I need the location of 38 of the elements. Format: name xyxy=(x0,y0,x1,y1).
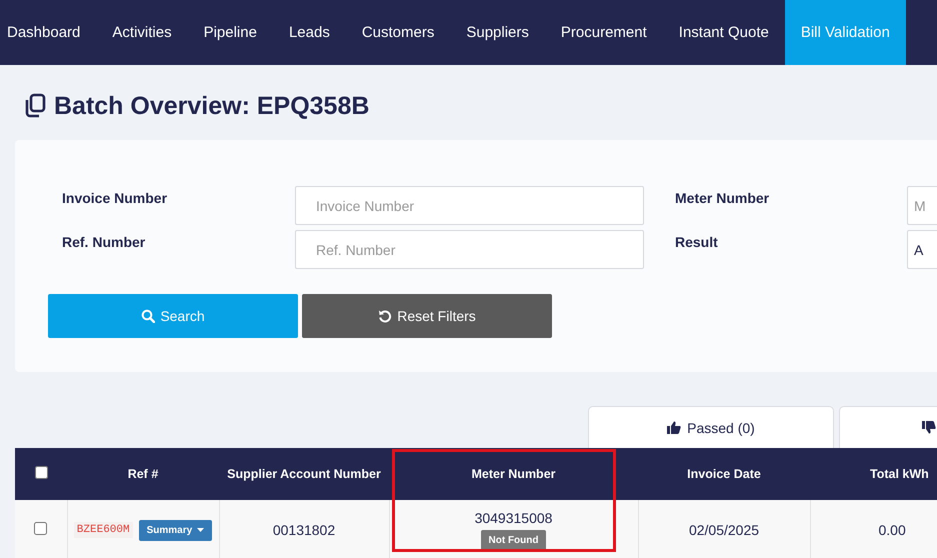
field-label: Ref. Number xyxy=(62,233,146,250)
table-cell-text: 0.00 xyxy=(878,522,906,538)
input-field[interactable]: M xyxy=(907,186,937,225)
field-label: Meter Number xyxy=(675,189,770,206)
thumbs-up-icon xyxy=(667,421,682,434)
caret-icon xyxy=(197,528,204,532)
field-label: Result xyxy=(675,233,719,250)
nav-tab[interactable]: Activities xyxy=(96,0,188,65)
page-title: Batch Overview: EPQ358B xyxy=(54,92,370,120)
table-cell: 00131802 xyxy=(272,522,336,538)
nav-tab[interactable]: Pipeline xyxy=(188,0,273,65)
ref-code: BZEE600M xyxy=(74,522,133,538)
select-all-checkbox[interactable] xyxy=(34,466,48,479)
reset-button[interactable]: Reset Filters xyxy=(302,294,552,338)
nav-tab[interactable]: Leads xyxy=(272,0,346,65)
input-field[interactable]: Ref. Number xyxy=(295,230,644,269)
status-badge: Not Found xyxy=(480,530,546,550)
input-field[interactable]: Invoice Number xyxy=(295,186,644,225)
column-header: Supplier Account Number xyxy=(219,448,389,500)
row-checkbox[interactable] xyxy=(34,522,48,535)
field-label: Invoice Number xyxy=(62,189,168,206)
table-cell: 3049315008 xyxy=(474,510,552,526)
passed-tab[interactable]: Passed (0) xyxy=(588,406,834,448)
column-header: Ref # xyxy=(67,448,219,500)
nav-tab[interactable]: Instant Quote xyxy=(662,0,785,65)
result-select[interactable]: A xyxy=(907,230,937,269)
column-header: Invoice Date xyxy=(638,448,810,500)
search-icon xyxy=(141,309,156,323)
table-cell: 02/05/2025 xyxy=(688,522,760,538)
nav-tab[interactable]: Procurement xyxy=(544,0,663,65)
thumbs-down-icon xyxy=(922,421,936,434)
nav-tab[interactable]: Customers xyxy=(346,0,450,65)
column-header: Total kWh xyxy=(810,448,937,500)
column-header: Meter Number xyxy=(389,448,638,500)
nav-tab[interactable]: Suppliers xyxy=(450,0,545,65)
undo-icon xyxy=(378,309,392,323)
summary-button[interactable]: Summary xyxy=(138,520,212,540)
nav-tab[interactable]: Dashboard xyxy=(0,0,96,65)
